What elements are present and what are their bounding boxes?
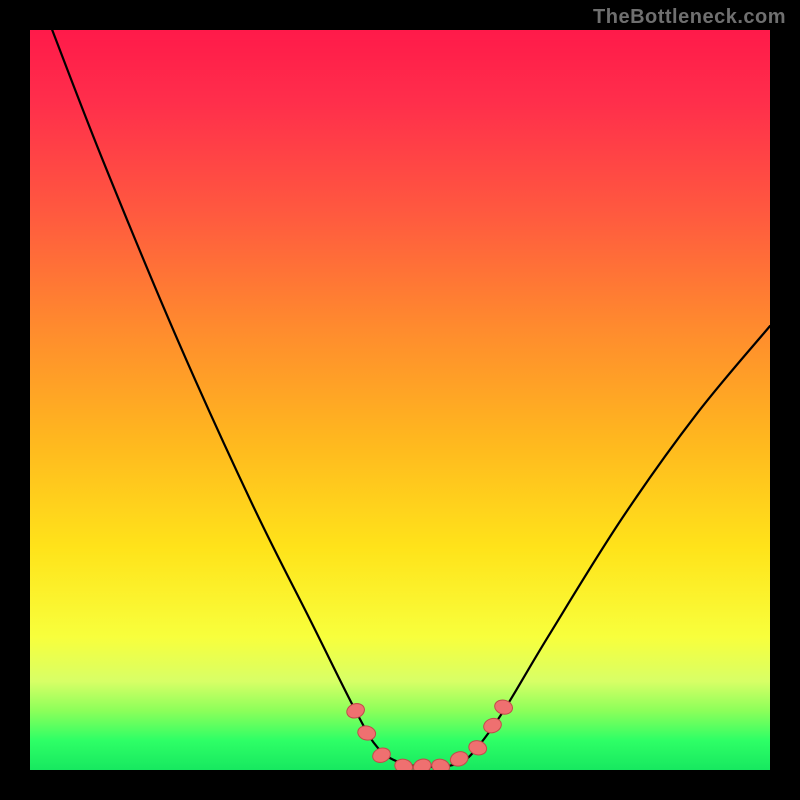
- curve-marker: [467, 739, 488, 757]
- curve-marker: [356, 724, 377, 742]
- curve-marker: [345, 701, 366, 720]
- curve-marker: [448, 749, 469, 768]
- curve-marker: [430, 757, 451, 770]
- curve-marker: [393, 757, 414, 770]
- chart-svg: [30, 30, 770, 770]
- bottleneck-curve: [52, 30, 770, 767]
- curve-marker: [493, 698, 514, 716]
- curve-markers: [345, 698, 514, 770]
- curve-marker: [482, 716, 503, 735]
- curve-marker: [411, 757, 432, 770]
- chart-plot-area: [30, 30, 770, 770]
- chart-frame: TheBottleneck.com: [0, 0, 800, 800]
- watermark-text: TheBottleneck.com: [593, 6, 786, 29]
- curve-marker: [371, 746, 392, 765]
